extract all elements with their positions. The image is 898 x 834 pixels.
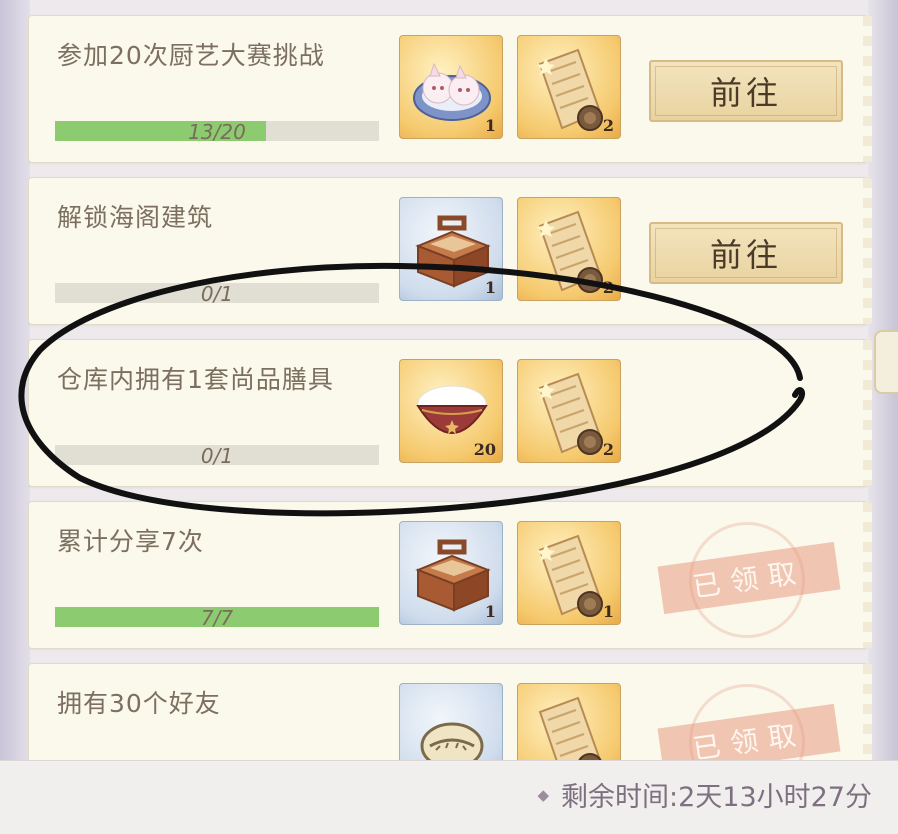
task-title: 累计分享7次 — [57, 527, 204, 556]
progress-bar: 0/1 — [55, 282, 379, 306]
diamond-icon: ◆ — [537, 785, 549, 804]
reward-count: 2 — [602, 440, 614, 459]
reward-count: 2 — [602, 116, 614, 135]
reward-item[interactable] — [517, 683, 621, 760]
go-button[interactable]: 前往 — [649, 60, 843, 122]
reward-item[interactable]: 1 — [517, 521, 621, 625]
task-title: 仓库内拥有1套尚品膳具 — [57, 365, 334, 394]
card-edge-decoration — [863, 664, 872, 760]
reward-item[interactable]: 2 — [517, 359, 621, 463]
card-edge-decoration — [863, 16, 872, 162]
footer-bar: ◆ 剩余时间:2天13小时27分 — [0, 760, 898, 834]
go-button[interactable]: 前往 — [649, 222, 843, 284]
task-card: 解锁海阁建筑 0/1 1 2 前往 — [28, 177, 872, 325]
side-tab-handle[interactable] — [874, 330, 898, 394]
reward-item[interactable]: 2 — [517, 35, 621, 139]
reward-item[interactable] — [399, 683, 503, 760]
card-edge-decoration — [863, 340, 872, 486]
task-title: 拥有30个好友 — [57, 689, 221, 718]
reward-count: 2 — [602, 278, 614, 297]
progress-text: 7/7 — [200, 606, 234, 630]
progress-bar: 7/7 — [55, 606, 379, 630]
task-card: 拥有30个好友 已领取 — [28, 663, 872, 760]
reward-item[interactable]: 2 — [517, 197, 621, 301]
card-edge-decoration — [863, 178, 872, 324]
left-border-decoration — [0, 0, 30, 760]
task-title: 参加20次厨艺大赛挑战 — [57, 41, 325, 70]
card-edge-decoration — [863, 502, 872, 648]
task-card: 累计分享7次 7/7 1 1 已领取 — [28, 501, 872, 649]
task-card: 仓库内拥有1套尚品膳具 0/1 20 2 — [28, 339, 872, 487]
reward-count: 1 — [602, 602, 614, 621]
task-list[interactable]: 参加20次厨艺大赛挑战 13/20 1 2 前往 解锁海阁建筑 0/1 1 2 … — [28, 0, 872, 760]
reward-item[interactable]: 1 — [399, 197, 503, 301]
shell-icon — [420, 722, 484, 760]
task-title: 解锁海阁建筑 — [57, 203, 214, 232]
progress-text: 0/1 — [200, 444, 234, 468]
scroll-icon — [538, 696, 602, 760]
remaining-time-row: ◆ 剩余时间:2天13小时27分 — [537, 775, 872, 814]
progress-bar: 13/20 — [55, 120, 379, 144]
claimed-stamp: 已领取 — [654, 684, 844, 760]
claimed-stamp: 已领取 — [654, 522, 844, 638]
remaining-time-text: 剩余时间:2天13小时27分 — [561, 782, 872, 813]
progress-text: 0/1 — [200, 282, 234, 306]
task-card: 参加20次厨艺大赛挑战 13/20 1 2 前往 — [28, 15, 872, 163]
reward-count: 1 — [484, 602, 496, 621]
right-border-decoration — [868, 0, 898, 760]
reward-count: 1 — [484, 278, 496, 297]
progress-text: 13/20 — [188, 120, 246, 144]
reward-item[interactable]: 20 — [399, 359, 503, 463]
reward-item[interactable]: 1 — [399, 521, 503, 625]
reward-count: 20 — [473, 440, 496, 459]
reward-count: 1 — [484, 116, 496, 135]
reward-item[interactable]: 1 — [399, 35, 503, 139]
progress-bar: 0/1 — [55, 444, 379, 468]
